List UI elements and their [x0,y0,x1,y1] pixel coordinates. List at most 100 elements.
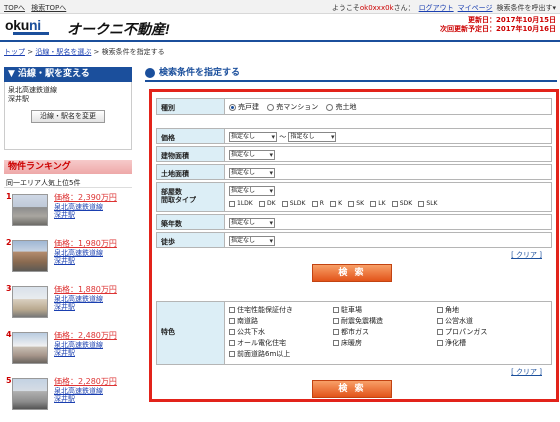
feature-label: プロパンガス [445,328,488,336]
property-photo[interactable] [12,378,48,410]
property-photo[interactable] [12,332,48,364]
room-type-checkbox[interactable] [370,200,377,207]
ranking-item[interactable]: 3 価格：1,880万円 泉北高速鉄道線 深井駅 [6,284,132,330]
feature-checkbox[interactable] [437,340,443,346]
rank-number: 1 [6,192,12,201]
ranking-item[interactable]: 5 価格：2,280万円 泉北高速鉄道線 深井駅 [6,376,132,422]
room-type-checkbox[interactable] [391,200,398,207]
walk-select[interactable]: 指定なし [229,236,275,246]
type-radio-land[interactable] [326,103,334,111]
room-type-label: DK [266,200,276,207]
type-radio-house[interactable] [229,103,236,111]
property-photo[interactable] [12,240,48,272]
feature-label: 公営水道 [445,317,473,325]
room-type-options: 1LDK DK SLDK R K SK LK SDK SLK [229,199,551,207]
rooms-select[interactable]: 指定なし [229,186,275,196]
logout-link[interactable]: ログアウト [419,4,454,12]
ranking-item[interactable]: 2 価格：1,980万円 泉北高速鉄道線 深井駅 [6,238,132,284]
feature-label: オール電化住宅 [237,339,286,347]
breadcrumb-current: 検索条件を指定する [101,48,165,56]
price-label: 価格 [157,129,225,143]
feature-checkbox[interactable] [229,329,235,335]
breadcrumb-choose-station[interactable]: 沿線・駅名を選ぶ [35,48,91,56]
price-range-tilde: 〜 [279,133,287,141]
feature-checkbox[interactable] [437,307,443,313]
rooms-label-line1: 部屋数 [161,188,182,196]
feature-checkbox[interactable] [333,340,339,346]
breadcrumb-top[interactable]: トップ [4,48,25,56]
mypage-link[interactable]: マイページ [458,4,493,12]
age-select[interactable]: 指定なし [229,218,275,228]
feature-checkbox[interactable] [229,318,235,324]
room-type-checkbox[interactable] [311,200,318,207]
okuni-logo[interactable]: okuni [5,18,59,36]
price-min-select[interactable]: 指定なし [229,132,277,142]
search-button[interactable]: 検 索 [312,264,392,282]
ranking-list: 1 価格：2,390万円 泉北高速鉄道線 深井駅 2 価格：1,980万円 泉北… [4,188,132,410]
top-links: TOPへ 検索TOPへ [4,3,70,13]
clear-link[interactable]: [ クリア ] [511,367,542,377]
room-type-checkbox[interactable] [330,200,337,207]
feature-checkbox[interactable] [333,307,339,313]
feature-label: 駐車場 [341,306,362,314]
age-label: 築年数 [157,215,225,229]
walk-label: 徒歩 [157,233,225,247]
land-area-row: 土地面積 指定なし [156,164,552,180]
page-title-text: 検索条件を指定する [159,68,241,78]
feature-checkbox[interactable] [333,329,339,335]
top-link[interactable]: TOPへ [4,4,25,12]
feature-label: 角地 [445,306,459,314]
search-top-link[interactable]: 検索TOPへ [31,4,66,12]
price-row: 価格 指定なし 〜 指定なし [156,128,552,144]
ranking-item[interactable]: 4 価格：2,480万円 泉北高速鉄道線 深井駅 [6,330,132,376]
ranking-item[interactable]: 1 価格：2,390万円 泉北高速鉄道線 深井駅 [6,192,132,238]
room-type-label: SDK [399,200,413,207]
building-area-select[interactable]: 指定なし [229,150,275,160]
feature-checkbox[interactable] [333,318,339,324]
room-type-checkbox[interactable] [229,200,235,207]
breadcrumb: トップ > 沿線・駅名を選ぶ > 検索条件を指定する [4,47,165,57]
features-label: 特色 [157,302,225,364]
room-type-checkbox[interactable] [418,200,425,207]
price-max-select[interactable]: 指定なし [288,132,337,142]
property-station[interactable]: 深井駅 [54,256,75,266]
clear-link[interactable]: [ クリア ] [511,250,542,260]
building-area-label: 建物面積 [157,147,225,161]
room-type-label: R [319,200,324,207]
property-station[interactable]: 深井駅 [54,394,75,404]
search-button[interactable]: 検 索 [312,380,392,398]
logo-underline [13,32,49,35]
feature-checkbox[interactable] [229,340,235,346]
room-type-checkbox[interactable] [348,200,355,207]
type-radio-mansion[interactable] [267,103,275,111]
room-type-label: SLDK [289,200,306,207]
user-bar: ようこそok0xxx0kさん： ログアウト マイページ 検索条件を呼出す▾ [332,3,556,13]
features-row: 特色 住宅性能保証付き 駐車場 角地 南道路 耐震免震構造 公営水道 公共下水 … [156,301,552,365]
current-line: 泉北高速鉄道線 [8,86,57,94]
feature-checkbox[interactable] [437,318,443,324]
brand-name: オークニ不動産! [67,21,170,37]
land-area-label: 土地面積 [157,165,225,179]
room-type-checkbox[interactable] [258,200,265,207]
property-station[interactable]: 深井駅 [54,210,75,220]
feature-checkbox[interactable] [437,329,443,335]
property-station[interactable]: 深井駅 [54,348,75,358]
room-type-label: K [338,200,343,207]
property-station[interactable]: 深井駅 [54,302,75,312]
current-station-box: 泉北高速鉄道線 深井駅 沿線・駅名を変更 [4,82,132,150]
room-type-checkbox[interactable] [281,200,288,207]
feature-checkbox[interactable] [229,351,235,357]
ranking-heading: 物件ランキング [4,160,132,174]
recall-search-menu[interactable]: 検索条件を呼出す▾ [496,4,556,12]
age-row: 築年数 指定なし [156,214,552,230]
property-photo[interactable] [12,194,48,226]
search-conditions-form: 種別 売戸建 売マンション 売土地 価格 指定なし 〜 指定なし 建物面積 指定… [149,89,559,402]
feature-checkbox[interactable] [229,307,235,313]
rooms-row: 部屋数 間取タイプ 指定なし 1LDK DK SLDK R K SK LK SD… [156,182,552,212]
land-area-select[interactable]: 指定なし [229,168,275,178]
change-station-button[interactable]: 沿線・駅名を変更 [31,110,105,123]
change-station-heading: ▼ 沿線・駅を変える [4,67,132,82]
room-type-label: LK [378,200,386,207]
property-photo[interactable] [12,286,48,318]
rank-number: 2 [6,238,12,247]
